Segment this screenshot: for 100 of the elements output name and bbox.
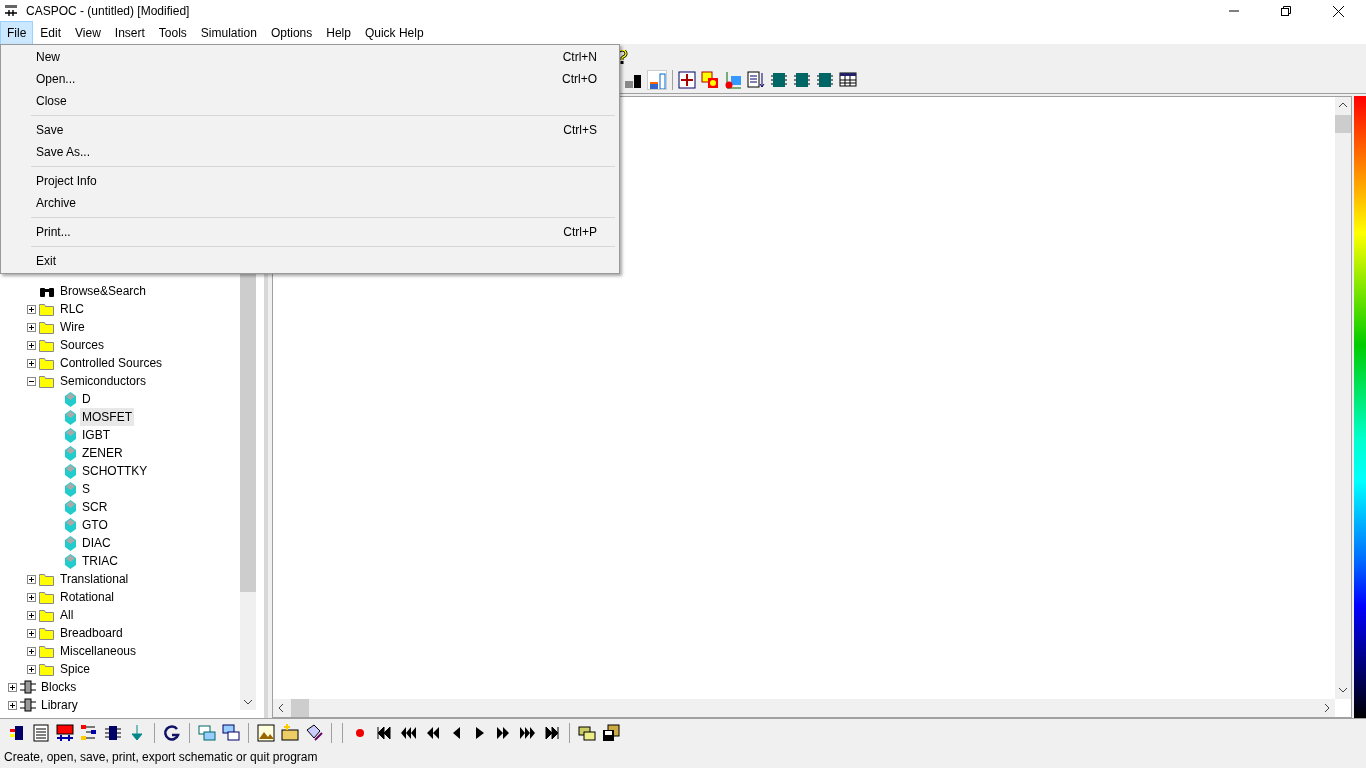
gem-icon: [64, 427, 77, 443]
tree-item[interactable]: Spice: [58, 660, 93, 678]
tree-item[interactable]: IGBT: [80, 426, 112, 444]
tree-item[interactable]: Controlled Sources: [58, 354, 165, 372]
maximize-icon[interactable]: [1281, 6, 1291, 16]
tree-diagram-icon[interactable]: [80, 723, 98, 742]
tree-item[interactable]: Semiconductors: [58, 372, 149, 390]
gem-icon: [64, 463, 77, 479]
menu-item[interactable]: Options: [263, 21, 320, 45]
picture-icon[interactable]: [257, 723, 275, 742]
color-level-icon[interactable]: [647, 70, 667, 90]
paint-pen-icon[interactable]: [305, 723, 323, 742]
tree-item[interactable]: GTO: [80, 516, 110, 534]
expand-box-icon[interactable]: [8, 682, 17, 692]
tree-item[interactable]: Library: [39, 696, 80, 714]
window-swap-icon[interactable]: [222, 723, 240, 742]
folder-icon: [39, 608, 55, 622]
scroll-up-icon[interactable]: [1339, 102, 1347, 108]
close-icon[interactable]: [1333, 5, 1344, 17]
menu-item[interactable]: Edit: [33, 21, 69, 45]
tree-item[interactable]: Rotational: [58, 588, 117, 606]
window-pair-icon[interactable]: [198, 723, 216, 742]
collapse-box-icon[interactable]: [27, 376, 36, 386]
gem-icon: [64, 409, 77, 425]
gem-icon: [64, 481, 77, 497]
menu-entry[interactable]: New Ctrl+N: [3, 46, 617, 68]
block-icon: [20, 680, 36, 694]
tree-item[interactable]: S: [80, 480, 92, 498]
text-page-icon[interactable]: [32, 723, 50, 742]
gem-icon: [64, 517, 77, 533]
menu-item[interactable]: Quick Help: [357, 21, 431, 45]
picture-sparkle-icon[interactable]: [281, 723, 299, 742]
window-title: CASPOC - (untitled) [Modified]: [26, 3, 190, 20]
tree-item[interactable]: Browse&Search: [58, 282, 149, 300]
menu-item[interactable]: Tools: [151, 21, 194, 45]
tree-item[interactable]: SCHOTTKY: [80, 462, 150, 480]
tree-item[interactable]: RLC: [58, 300, 86, 318]
refresh-icon[interactable]: [163, 723, 181, 742]
menu-item[interactable]: Help: [319, 21, 358, 45]
tree-item[interactable]: Translational: [58, 570, 131, 588]
menu-entry[interactable]: Save Ctrl+S: [3, 119, 617, 141]
tree-item[interactable]: SCR: [80, 498, 110, 516]
scrollbar-thumb[interactable]: [240, 274, 256, 592]
expand-box-icon[interactable]: [27, 340, 36, 350]
tree-item[interactable]: DIAC: [80, 534, 113, 552]
menu-entry[interactable]: Project Info: [3, 170, 617, 192]
disk-stack-icon[interactable]: [602, 723, 620, 742]
expand-box-icon[interactable]: [27, 646, 36, 656]
horizontal-scrollbar[interactable]: [273, 699, 1335, 717]
expand-box-icon[interactable]: [27, 628, 36, 638]
scroll-left-icon[interactable]: [278, 704, 284, 712]
expand-box-icon[interactable]: [27, 322, 36, 332]
tree-item[interactable]: Miscellaneous: [58, 642, 139, 660]
scroll-right-icon[interactable]: [1324, 704, 1330, 712]
component-icon[interactable]: [8, 723, 26, 742]
overlap-shapes-icon[interactable]: [701, 71, 719, 89]
menu-entry[interactable]: Open... Ctrl+O: [3, 68, 617, 90]
folder-icon: [39, 338, 55, 352]
gem-icon: [64, 535, 77, 551]
expand-box-icon[interactable]: [27, 610, 36, 620]
expand-box-icon[interactable]: [27, 664, 36, 674]
tree-item[interactable]: Wire: [58, 318, 87, 336]
folders-icon[interactable]: [578, 723, 596, 742]
graph-clock-icon[interactable]: [724, 71, 742, 89]
table-icon[interactable]: [839, 71, 857, 89]
zoom-fit-icon[interactable]: [678, 71, 696, 89]
folder-icon: [39, 662, 55, 676]
gem-icon: [64, 391, 77, 407]
menu-item[interactable]: File: [0, 21, 34, 45]
menu-entry[interactable]: Close: [3, 90, 617, 112]
number-display-icon[interactable]: [56, 723, 74, 742]
tree-item[interactable]: ZENER: [80, 444, 125, 462]
vertical-scrollbar[interactable]: [1335, 97, 1351, 699]
scrollbar-thumb[interactable]: [1335, 115, 1351, 133]
tree-item[interactable]: All: [58, 606, 76, 624]
menu-entry[interactable]: Print... Ctrl+P: [3, 221, 617, 243]
tree-item[interactable]: Breadboard: [58, 624, 125, 642]
tree-item[interactable]: D: [80, 390, 93, 408]
expand-box-icon[interactable]: [27, 304, 36, 314]
expand-box-icon[interactable]: [27, 592, 36, 602]
menu-entry[interactable]: Archive: [3, 192, 617, 214]
menu-entry[interactable]: Exit: [3, 250, 617, 272]
chip-icon[interactable]: [104, 723, 122, 742]
list-arrow-icon[interactable]: [747, 71, 765, 89]
scroll-down-icon[interactable]: [1339, 688, 1347, 694]
down-arrow-icon[interactable]: [128, 723, 146, 742]
expand-box-icon[interactable]: [27, 358, 36, 368]
expand-box-icon[interactable]: [27, 574, 36, 584]
scroll-down-icon[interactable]: [244, 700, 252, 706]
tree-item[interactable]: Sources: [58, 336, 107, 354]
menu-item[interactable]: Insert: [107, 21, 152, 45]
tree-item[interactable]: MOSFET: [80, 408, 134, 426]
menu-item[interactable]: View: [68, 21, 108, 45]
gem-icon: [64, 553, 77, 569]
menu-item[interactable]: Simulation: [193, 21, 264, 45]
expand-box-icon[interactable]: [8, 700, 17, 710]
scrollbar-thumb[interactable]: [291, 699, 309, 717]
menu-entry[interactable]: Save As...: [3, 141, 617, 163]
tree-item[interactable]: TRIAC: [80, 552, 120, 570]
tree-item[interactable]: Blocks: [39, 678, 79, 696]
